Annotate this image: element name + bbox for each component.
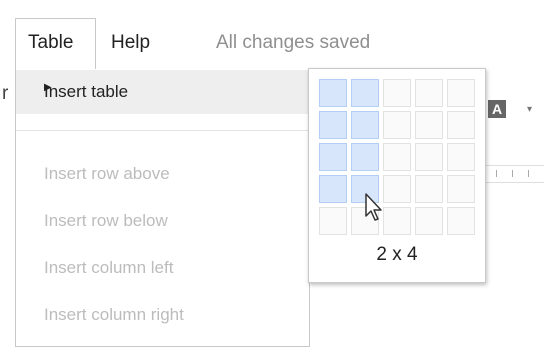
table-size-picker: 2 x 4 <box>308 68 486 283</box>
table-grid-cell[interactable] <box>447 175 475 203</box>
table-grid-cell[interactable] <box>319 79 347 107</box>
table-menu-dropdown: Insert table ▶ Insert row above Insert r… <box>15 68 310 347</box>
menu-item-insert-row-above: Insert row above <box>16 164 309 204</box>
menu-item-insert-column-left-label: Insert column left <box>44 258 174 277</box>
mouse-pointer-icon <box>365 193 382 221</box>
table-grid-cell[interactable] <box>415 111 443 139</box>
table-grid-cell[interactable] <box>319 175 347 203</box>
table-grid-cell[interactable] <box>383 143 411 171</box>
table-grid-cell[interactable] <box>383 79 411 107</box>
table-grid-cell[interactable] <box>319 207 347 235</box>
menu-table[interactable]: Table <box>15 18 96 69</box>
table-grid-cell[interactable] <box>319 143 347 171</box>
menu-item-insert-row-below: Insert row below <box>16 211 309 251</box>
table-grid-cell[interactable] <box>415 143 443 171</box>
table-grid-cell[interactable] <box>447 79 475 107</box>
menu-bar: Table Help All changes saved <box>0 0 544 70</box>
table-grid-cell[interactable] <box>351 143 379 171</box>
menu-item-insert-column-right: Insert column right <box>16 305 309 345</box>
menu-item-insert-row-above-label: Insert row above <box>44 164 170 183</box>
table-grid-cell[interactable] <box>383 175 411 203</box>
table-size-label: 2 x 4 <box>376 244 418 265</box>
submenu-arrow-icon: ▶ <box>44 82 52 93</box>
table-grid-cell[interactable] <box>319 111 347 139</box>
toolbar-left-edge: r <box>0 70 14 120</box>
menu-item-insert-table[interactable]: Insert table ▶ <box>16 70 309 114</box>
table-grid-cell[interactable] <box>351 79 379 107</box>
save-status: All changes saved <box>216 32 371 53</box>
table-grid-cell[interactable] <box>415 207 443 235</box>
menu-table-label: Table <box>28 32 74 53</box>
menu-divider <box>16 130 309 131</box>
ruler <box>486 165 544 183</box>
text-color-icon[interactable]: A <box>488 100 506 118</box>
table-grid-cell[interactable] <box>447 207 475 235</box>
table-grid-cell[interactable] <box>351 111 379 139</box>
table-grid-cell[interactable] <box>447 111 475 139</box>
table-grid-cell[interactable] <box>415 79 443 107</box>
table-grid-cell[interactable] <box>415 175 443 203</box>
table-grid-cell[interactable] <box>383 111 411 139</box>
table-grid-cell[interactable] <box>447 143 475 171</box>
menu-item-insert-column-left: Insert column left <box>16 258 309 298</box>
toolbar-left-edge-text: r <box>2 83 9 104</box>
menu-item-insert-table-label: Insert table <box>44 82 129 101</box>
table-size-grid[interactable] <box>319 79 479 239</box>
table-grid-cell[interactable] <box>383 207 411 235</box>
chevron-down-icon[interactable]: ▾ <box>527 104 532 115</box>
menu-item-insert-column-right-label: Insert column right <box>44 305 184 324</box>
menu-item-insert-row-below-label: Insert row below <box>44 211 168 230</box>
menu-help[interactable]: Help <box>111 32 150 54</box>
